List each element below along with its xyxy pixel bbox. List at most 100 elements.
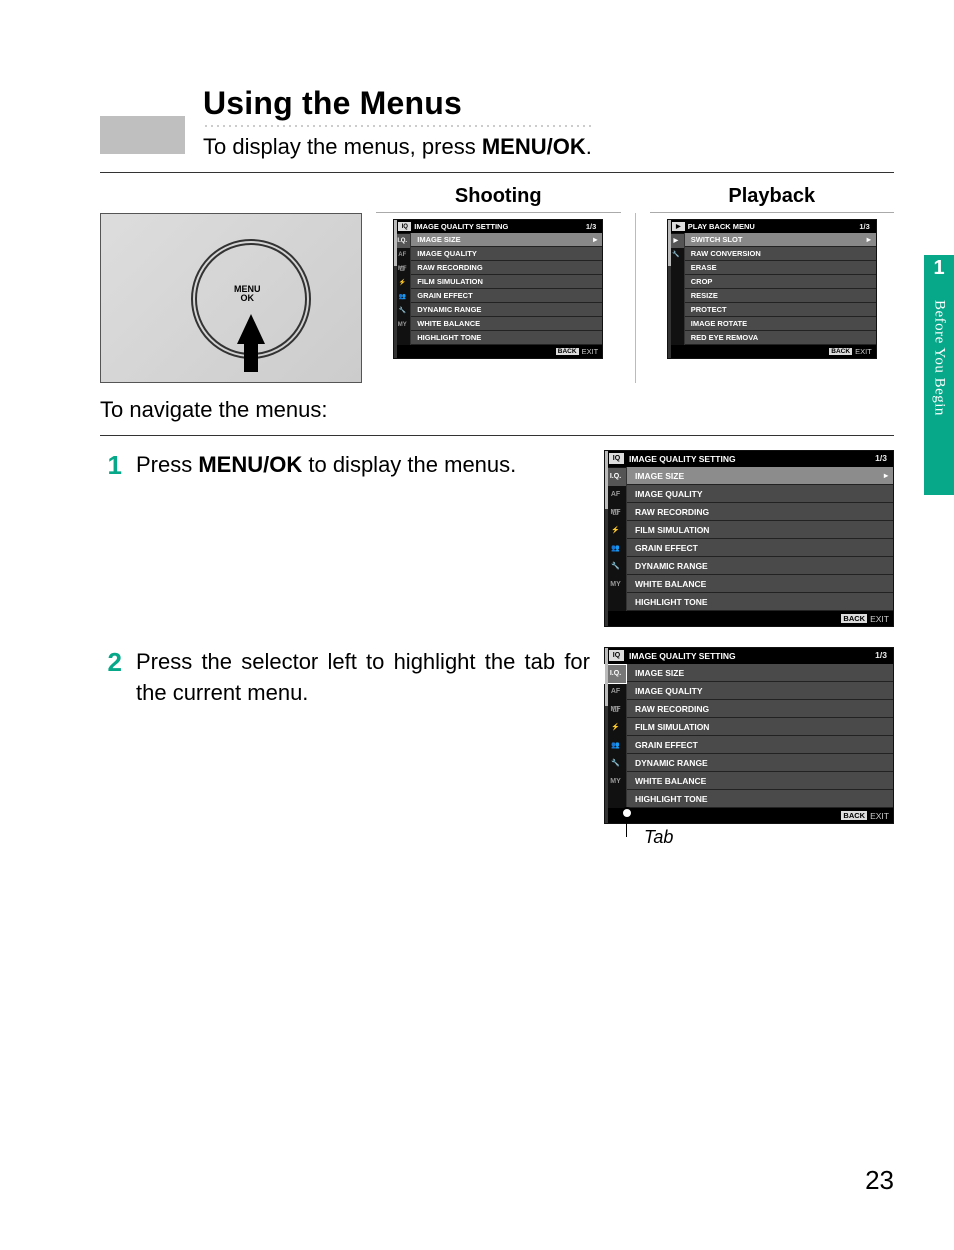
playback-icon: ▶ bbox=[672, 222, 685, 231]
lcd-tab: MY bbox=[605, 576, 626, 594]
lcd-tab: ⚡ bbox=[605, 719, 626, 737]
lcd-tab: I.Q. bbox=[605, 665, 626, 683]
tab-callout-label: Tab bbox=[644, 827, 673, 847]
manual-page: 1 Before You Begin Using the Menus To di… bbox=[0, 0, 954, 1250]
lcd-row: HIGHLIGHT TONE bbox=[627, 790, 893, 808]
lcd-page-indicator: 1/3 bbox=[859, 222, 869, 231]
iq-icon: IQ bbox=[609, 453, 624, 464]
iq-icon: IQ bbox=[609, 650, 624, 661]
lcd-scrollbar bbox=[605, 648, 608, 823]
lcd-tab: AF MF bbox=[605, 486, 626, 504]
lcd-row: RED EYE REMOVA bbox=[685, 331, 876, 345]
lcd-row: IMAGE ROTATE bbox=[685, 317, 876, 331]
step2-lcd: IQ IMAGE QUALITY SETTING 1/3 I.Q. AF MF … bbox=[604, 647, 894, 824]
back-label: BACK bbox=[841, 811, 867, 820]
intro-bold: MENU/OK bbox=[482, 134, 586, 159]
title-row: Using the Menus To display the menus, pr… bbox=[100, 85, 894, 160]
chapter-number: 1 bbox=[924, 255, 954, 280]
lcd-tab: 👥 bbox=[605, 540, 626, 558]
lcd-scrollbar bbox=[394, 220, 397, 358]
shooting-menu-lcd: IQ IMAGE QUALITY SETTING 1/3 I.Q. AF MF … bbox=[393, 219, 603, 359]
lcd-row: IMAGE SIZE bbox=[627, 467, 893, 485]
lcd-page-indicator: 1/3 bbox=[586, 222, 596, 231]
lcd-row: IMAGE SIZE bbox=[627, 664, 893, 682]
lcd-row: HIGHLIGHT TONE bbox=[627, 593, 893, 611]
back-label: BACK bbox=[829, 348, 852, 355]
lcd-row: GRAIN EFFECT bbox=[627, 539, 893, 557]
step1-lcd: IQ IMAGE QUALITY SETTING 1/3 I.Q. AF MF … bbox=[604, 450, 894, 627]
lcd-row: WHITE BALANCE bbox=[411, 317, 602, 331]
back-label: BACK bbox=[556, 348, 579, 355]
exit-label: EXIT bbox=[582, 347, 599, 356]
lcd-title: IMAGE QUALITY SETTING bbox=[414, 222, 508, 231]
lcd-title: PLAY BACK MENU bbox=[688, 222, 755, 231]
lcd-row: CROP bbox=[685, 275, 876, 289]
lcd-page-indicator: 1/3 bbox=[875, 453, 887, 463]
lcd-row: IMAGE QUALITY bbox=[627, 485, 893, 503]
lcd-row: SWITCH SLOT bbox=[685, 233, 876, 247]
lcd-row: HIGHLIGHT TONE bbox=[411, 331, 602, 345]
intro-text: To display the menus, press MENU/OK. bbox=[203, 134, 592, 160]
lcd-row: IMAGE QUALITY bbox=[411, 247, 602, 261]
lcd-row: GRAIN EFFECT bbox=[411, 289, 602, 303]
press-arrow-icon bbox=[237, 314, 265, 344]
lcd-row: DYNAMIC RANGE bbox=[627, 557, 893, 575]
lcd-row: FILM SIMULATION bbox=[627, 521, 893, 539]
lcd-tab: ▢ bbox=[605, 504, 626, 522]
shooting-column: Shooting IQ IMAGE QUALITY SETTING 1/3 I.… bbox=[376, 183, 621, 359]
step1-post: to display the menus. bbox=[302, 452, 516, 477]
lcd-page-indicator: 1/3 bbox=[875, 650, 887, 660]
title-block-icon bbox=[100, 116, 185, 154]
divider bbox=[100, 435, 894, 436]
lcd-tab: MY bbox=[605, 773, 626, 791]
page-number: 23 bbox=[865, 1165, 894, 1196]
camera-illustration bbox=[100, 213, 362, 383]
lcd-row: GRAIN EFFECT bbox=[627, 736, 893, 754]
iq-icon: IQ bbox=[398, 222, 411, 231]
intro-post: . bbox=[586, 134, 592, 159]
lcd-rows: SWITCH SLOT RAW CONVERSION ERASE CROP RE… bbox=[685, 233, 876, 345]
step-text: Press MENU/OK to display the menus. bbox=[136, 450, 590, 481]
lcd-tab: 🔧 bbox=[605, 558, 626, 576]
lcd-row: DYNAMIC RANGE bbox=[411, 303, 602, 317]
lcd-row: WHITE BALANCE bbox=[627, 772, 893, 790]
lcd-rows: IMAGE SIZE IMAGE QUALITY RAW RECORDING F… bbox=[627, 467, 893, 611]
step1-bold: MENU/OK bbox=[198, 452, 302, 477]
shooting-heading: Shooting bbox=[376, 183, 621, 213]
step-text: Press the selector left to high­light th… bbox=[136, 647, 590, 709]
lcd-row: RAW CONVERSION bbox=[685, 247, 876, 261]
exit-label: EXIT bbox=[870, 614, 889, 624]
lcd-tab: 🔧 bbox=[605, 755, 626, 773]
lcd-row: IMAGE QUALITY bbox=[627, 682, 893, 700]
thumb-tab: 1 Before You Begin bbox=[924, 255, 954, 495]
lcd-row: PROTECT bbox=[685, 303, 876, 317]
callout-stem bbox=[626, 819, 627, 837]
step-number: 1 bbox=[100, 450, 122, 481]
column-separator bbox=[635, 213, 636, 383]
exit-label: EXIT bbox=[855, 347, 872, 356]
lcd-tab-strip: I.Q. AF MF ▢ ⚡ 👥 🔧 MY bbox=[605, 467, 627, 611]
overview-row: Shooting IQ IMAGE QUALITY SETTING 1/3 I.… bbox=[100, 183, 894, 383]
playback-heading: Playback bbox=[650, 183, 895, 213]
step-1: 1 Press MENU/OK to display the menus. IQ… bbox=[100, 450, 894, 627]
tab-callout: Tab bbox=[644, 827, 673, 848]
lcd-scrollbar bbox=[605, 451, 608, 626]
lcd-row: WHITE BALANCE bbox=[627, 575, 893, 593]
lcd-title: IMAGE QUALITY SETTING bbox=[629, 651, 736, 661]
playback-menu-lcd: ▶ PLAY BACK MENU 1/3 ▶ 🔧 SWITCH SLOT RAW… bbox=[667, 219, 877, 359]
lcd-title: IMAGE QUALITY SETTING bbox=[629, 454, 736, 464]
lcd-tab: ▢ bbox=[605, 701, 626, 719]
lcd-tab: 👥 bbox=[605, 737, 626, 755]
lcd-row: ERASE bbox=[685, 261, 876, 275]
exit-label: EXIT bbox=[870, 811, 889, 821]
divider bbox=[100, 172, 894, 173]
lcd-scrollbar bbox=[668, 220, 671, 358]
dotted-rule bbox=[203, 124, 592, 128]
navigate-intro: To navigate the menus: bbox=[100, 397, 894, 423]
lcd-row: FILM SIMULATION bbox=[411, 275, 602, 289]
lcd-rows: IMAGE SIZE IMAGE QUALITY RAW RECORDING F… bbox=[627, 664, 893, 808]
intro-pre: To display the menus, press bbox=[203, 134, 482, 159]
step-2: 2 Press the selector left to high­light … bbox=[100, 647, 894, 824]
step-number: 2 bbox=[100, 647, 122, 678]
back-label: BACK bbox=[841, 614, 867, 623]
